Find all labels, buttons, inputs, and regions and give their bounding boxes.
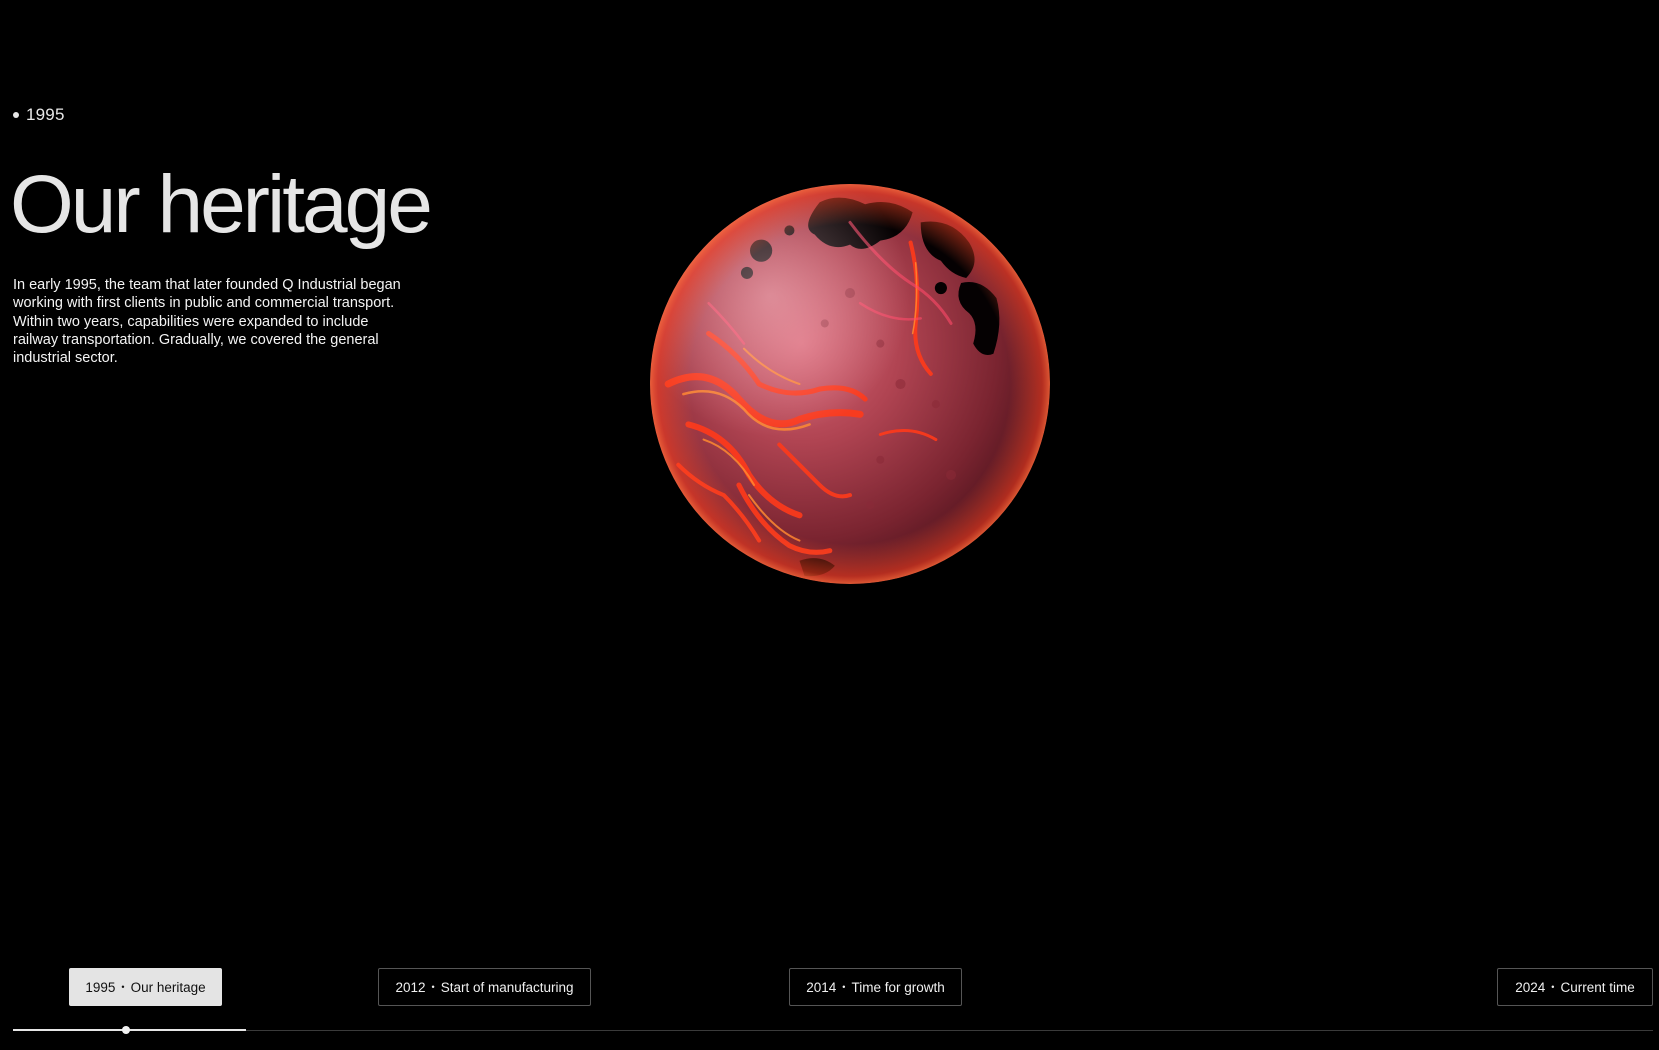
page-title: Our heritage [10, 159, 433, 250]
timeline-label: Start of manufacturing [440, 979, 574, 995]
page: 1995 Our heritage In early 1995, the tea… [0, 0, 1659, 1050]
bullet-icon: • [431, 982, 435, 992]
timeline-button-2012[interactable]: 2012 • Start of manufacturing [378, 968, 591, 1006]
timeline-year: 1995 [85, 979, 116, 995]
timeline-year: 2024 [1515, 979, 1546, 995]
timeline-year: 2014 [806, 979, 837, 995]
bullet-icon: • [842, 982, 846, 992]
timeline-label: Current time [1560, 979, 1635, 995]
current-year-indicator: 1995 [13, 105, 65, 125]
bullet-icon: • [121, 982, 125, 992]
timeline-handle[interactable] [122, 1026, 131, 1034]
timeline-button-1995[interactable]: 1995 • Our heritage [69, 968, 222, 1006]
timeline-year: 2012 [395, 979, 426, 995]
timeline-label: Time for growth [851, 979, 945, 995]
timeline-label: Our heritage [130, 979, 206, 995]
bullet-icon [13, 112, 19, 118]
timeline-track[interactable] [13, 1026, 1653, 1034]
glowing-planet-icon [650, 184, 1050, 584]
timeline-button-2024[interactable]: 2024 • Current time [1497, 968, 1653, 1006]
page-description: In early 1995, the team that later found… [13, 277, 401, 367]
current-year-label: 1995 [26, 105, 65, 124]
bullet-icon: • [1551, 982, 1555, 992]
timeline-button-2014[interactable]: 2014 • Time for growth [789, 968, 962, 1006]
